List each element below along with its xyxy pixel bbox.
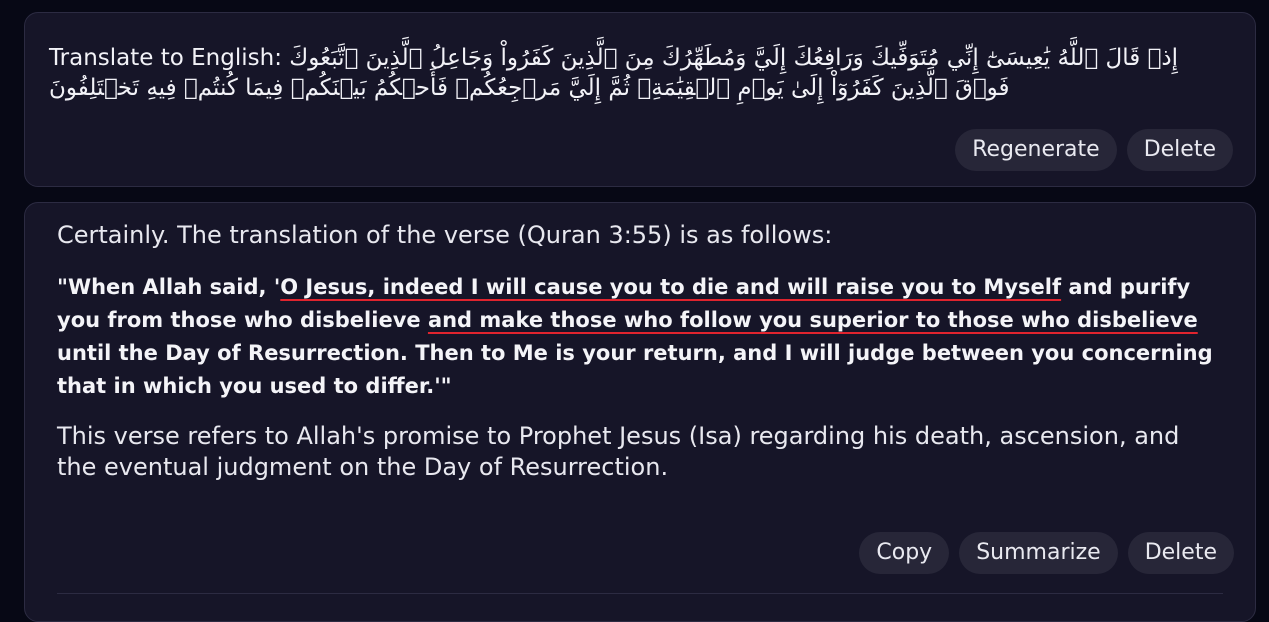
divider (57, 593, 1223, 594)
answer-explanation: This verse refers to Allah's promise to … (57, 422, 1180, 481)
assistant-message-actions: Copy Summarize Delete (859, 532, 1234, 574)
summarize-button[interactable]: Summarize (959, 532, 1118, 574)
delete-assistant-message-button[interactable]: Delete (1127, 532, 1234, 574)
assistant-message-card: Certainly. The translation of the verse … (24, 202, 1256, 622)
user-message-actions: Regenerate Delete (955, 129, 1233, 171)
assistant-answer: Certainly. The translation of the verse … (57, 219, 1217, 483)
copy-button[interactable]: Copy (859, 532, 950, 574)
regenerate-button[interactable]: Regenerate (955, 129, 1117, 171)
user-prompt-text: Translate to English: إِذۡ قَالَ ٱللَّهُ… (49, 43, 1199, 103)
delete-user-message-button[interactable]: Delete (1126, 129, 1233, 171)
quote-part-5: until the Day of Resurrection. Then to M… (57, 341, 1213, 398)
translation-quote: "When Allah said, 'O Jesus, indeed I wil… (57, 271, 1217, 403)
answer-intro: Certainly. The translation of the verse … (57, 221, 833, 249)
prompt-label: Translate to English: (49, 45, 282, 71)
quote-highlight-1: O Jesus, indeed I will cause you to die … (280, 275, 1062, 299)
quote-part-1: "When Allah said, ' (57, 275, 281, 299)
user-message-card: Translate to English: إِذۡ قَالَ ٱللَّهُ… (24, 12, 1256, 187)
quote-highlight-2: and make those who follow you superior t… (427, 308, 1198, 332)
